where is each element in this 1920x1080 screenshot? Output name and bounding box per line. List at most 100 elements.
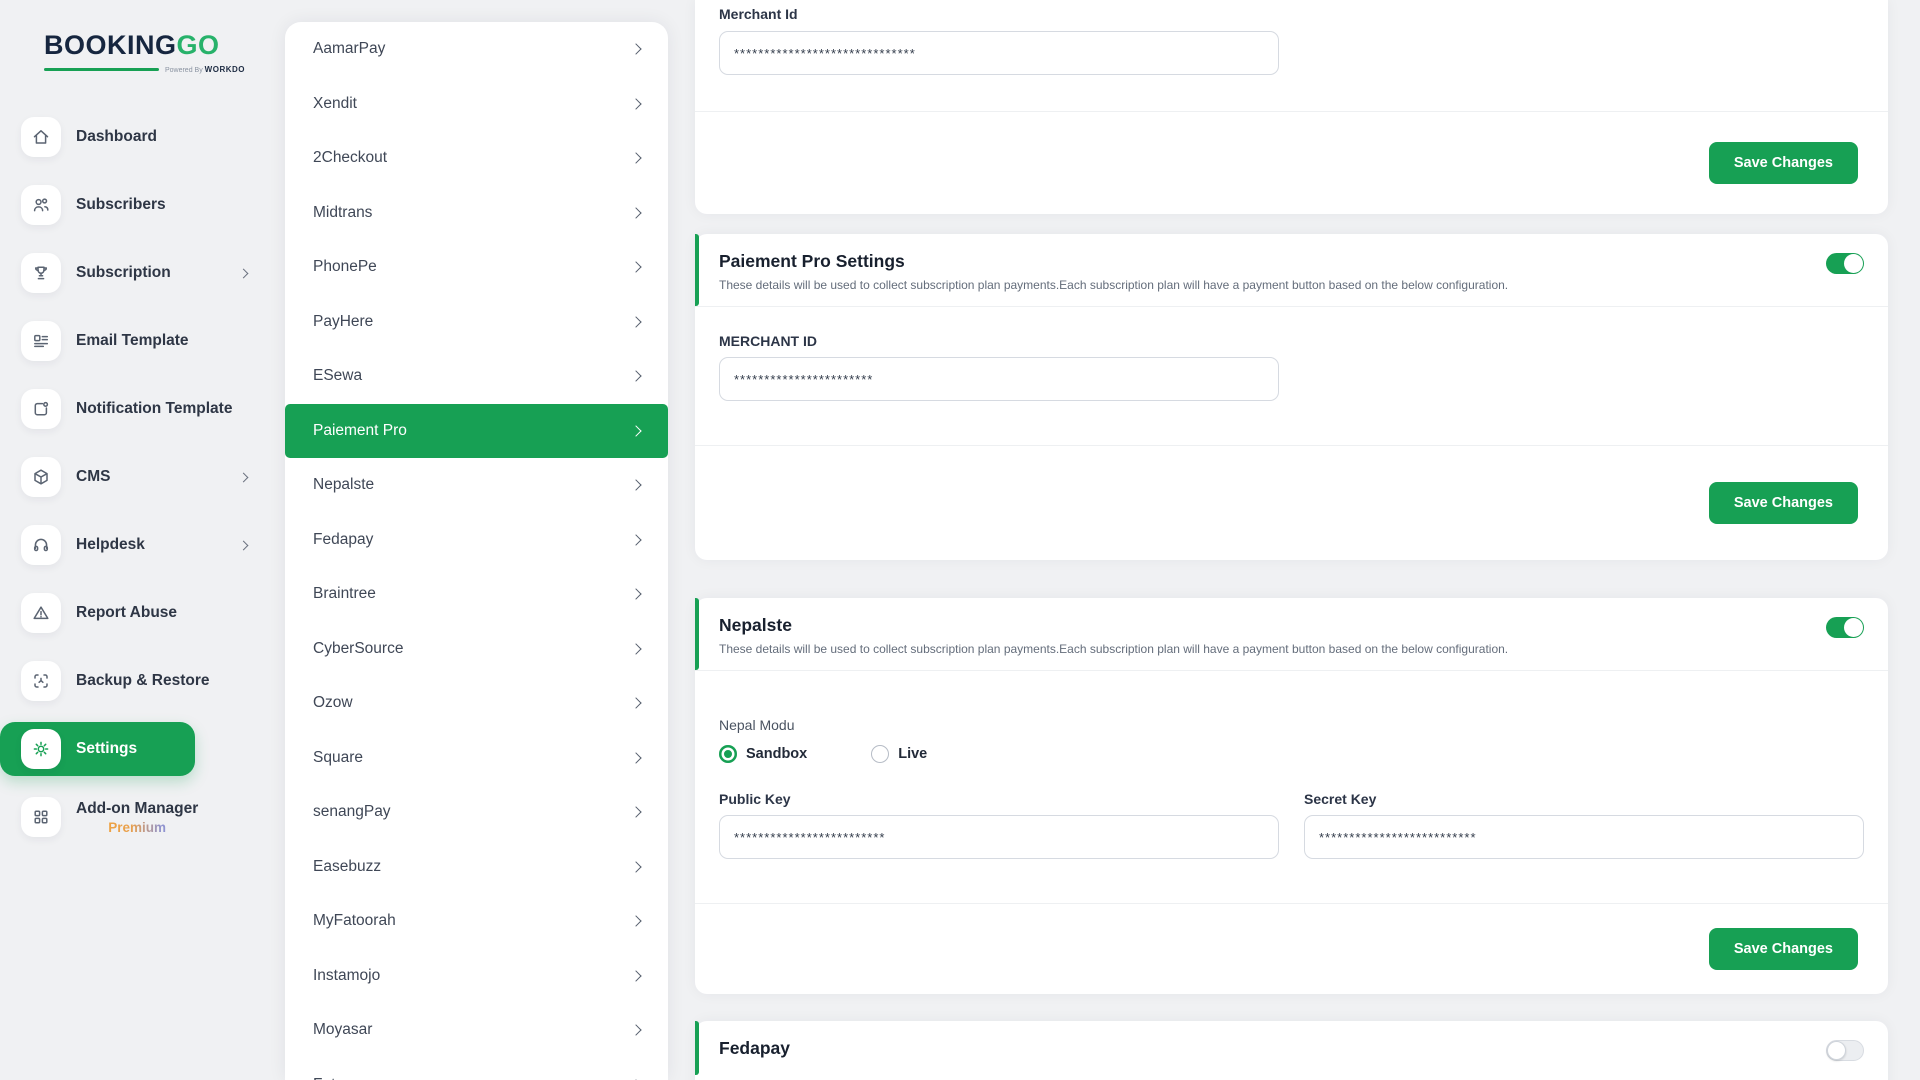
section-title: Fedapay (719, 1038, 790, 1059)
gateway-list-item[interactable]: PayHere (285, 295, 668, 350)
app-root: BOOKINGGO Powered By WORKDO Dashboard Su… (0, 0, 1920, 1080)
gateway-list-item-label: Square (313, 749, 363, 767)
sidebar-item-label: Report Abuse (76, 604, 177, 622)
gateway-list-item[interactable]: senangPay (285, 785, 668, 840)
gateway-list-item[interactable]: Xendit (285, 77, 668, 132)
gateway-list-item[interactable]: Fatora (285, 1058, 668, 1080)
nepalste-toggle[interactable] (1826, 617, 1864, 638)
chevron-right-icon (630, 861, 641, 872)
public-key-input[interactable] (719, 815, 1279, 859)
sidebar-item-subscription[interactable]: Subscription (0, 246, 263, 300)
radio-sandbox[interactable]: Sandbox (719, 745, 807, 763)
secret-key-field-group: Secret Key (1304, 791, 1864, 859)
chevron-right-icon (630, 480, 641, 491)
gateway-list-item[interactable]: ESewa (285, 349, 668, 404)
section-subtitle: These details will be used to collect su… (719, 278, 1508, 292)
sidebar-item-label: Settings (76, 740, 137, 758)
sidebar-item-label: Subscribers (76, 196, 166, 214)
gateway-list-item[interactable]: 2Checkout (285, 131, 668, 186)
section-footer: Save Changes (695, 904, 1888, 994)
headphones-icon (21, 525, 61, 565)
gateway-list-item[interactable]: MyFatoorah (285, 894, 668, 949)
chevron-right-icon (630, 807, 641, 818)
chevron-right-icon (630, 643, 641, 654)
radio-label: Live (898, 746, 927, 762)
gateway-list-item[interactable]: AamarPay (285, 22, 668, 77)
section-footer: Save Changes (695, 112, 1888, 214)
gateway-list-item[interactable]: Nepalste (285, 458, 668, 513)
chevron-right-icon (630, 698, 641, 709)
sidebar-item-helpdesk[interactable]: Helpdesk (0, 518, 263, 572)
trophy-icon (21, 253, 61, 293)
logo-booking: BOOKING (44, 30, 177, 60)
gateway-list-item[interactable]: Moyasar (285, 1003, 668, 1058)
merchant-id-input[interactable] (719, 357, 1279, 401)
logo-subline: Powered By WORKDO (44, 65, 245, 74)
gateway-list-item[interactable]: Ozow (285, 676, 668, 731)
section-header-text: Nepalste These details will be used to c… (719, 615, 1508, 656)
chevron-right-icon (630, 316, 641, 327)
section-footer: Save Changes (695, 446, 1888, 560)
gateway-list-item[interactable]: Midtrans (285, 186, 668, 241)
merchant-id-input[interactable] (719, 31, 1279, 75)
radio-unchecked-icon (871, 745, 889, 763)
toggle-knob (1844, 618, 1863, 637)
sidebar-item-notification-template[interactable]: Notification Template (0, 382, 263, 436)
gateway-list-item-label: Instamojo (313, 967, 380, 985)
gateway-list-item-label: Moyasar (313, 1021, 372, 1039)
section-fedapay: Fedapay (695, 1021, 1888, 1080)
toggle-knob (1844, 254, 1863, 273)
gateway-list-item[interactable]: Paiement Pro (285, 404, 668, 459)
public-key-label: Public Key (719, 791, 1279, 807)
sidebar-item-report-abuse[interactable]: Report Abuse (0, 586, 263, 640)
sidebar-item-label: Email Template (76, 332, 189, 350)
gateway-list-item[interactable]: Braintree (285, 567, 668, 622)
gateway-list-item[interactable]: Fedapay (285, 513, 668, 568)
save-button[interactable]: Save Changes (1709, 482, 1858, 524)
chevron-right-icon (239, 540, 249, 550)
chevron-right-icon (630, 207, 641, 218)
gateway-list: AamarPay Xendit 2Checkout Midtrans Phone… (285, 22, 668, 1080)
sidebar-item-backup-restore[interactable]: Backup & Restore (0, 654, 263, 708)
gateway-list-item-label: CyberSource (313, 640, 403, 658)
gateway-list-item-label: Braintree (313, 585, 376, 603)
gateway-list-item[interactable]: Easebuzz (285, 840, 668, 895)
gateway-list-item[interactable]: CyberSource (285, 622, 668, 677)
sidebar-item-label: Subscription (76, 264, 171, 282)
save-button[interactable]: Save Changes (1709, 142, 1858, 184)
radio-live[interactable]: Live (871, 745, 927, 763)
gateway-list-item[interactable]: PhonePe (285, 240, 668, 295)
accent-bar (695, 1021, 699, 1075)
settings-content: Merchant Id Save Changes Paiement Pro Se… (668, 0, 1920, 1080)
sidebar-item-subscribers[interactable]: Subscribers (0, 178, 263, 232)
gateway-list-item[interactable]: Square (285, 731, 668, 786)
save-button[interactable]: Save Changes (1709, 928, 1858, 970)
sidebar-item-addon-manager[interactable]: Add-on Manager Premium (0, 790, 263, 844)
sidebar-item-dashboard[interactable]: Dashboard (0, 110, 263, 164)
alert-triangle-icon (21, 593, 61, 633)
paiement-pro-toggle[interactable] (1826, 253, 1864, 274)
public-key-field-group: Public Key (719, 791, 1279, 859)
gateway-list-item-label: MyFatoorah (313, 912, 396, 930)
sidebar-item-settings[interactable]: Settings (0, 722, 195, 776)
sidebar: BOOKINGGO Powered By WORKDO Dashboard Su… (0, 0, 285, 1080)
gateway-list-item[interactable]: Instamojo (285, 949, 668, 1004)
toggle-knob (1827, 1041, 1846, 1060)
sidebar-item-email-template[interactable]: Email Template (0, 314, 263, 368)
chevron-right-icon (630, 153, 641, 164)
logo-go: GO (177, 30, 220, 60)
sidebar-item-cms[interactable]: CMS (0, 450, 263, 504)
gateway-list-item-label: senangPay (313, 803, 391, 821)
merchant-id-label: Merchant Id (719, 6, 1864, 22)
gateway-list-item-label: Fatora (313, 1076, 358, 1080)
merchant-id-label: MERCHANT ID (719, 333, 1864, 349)
gateway-list-item-label: Paiement Pro (313, 422, 407, 440)
app-logo: BOOKINGGO Powered By WORKDO (0, 16, 285, 84)
gateway-list-item-label: PayHere (313, 313, 373, 331)
section-title: Paiement Pro Settings (719, 251, 1508, 272)
section-title: Nepalste (719, 615, 1508, 636)
section-subtitle: These details will be used to collect su… (719, 642, 1508, 656)
fedapay-toggle[interactable] (1826, 1040, 1864, 1061)
secret-key-input[interactable] (1304, 815, 1864, 859)
section-header-text: Paiement Pro Settings These details will… (719, 251, 1508, 292)
